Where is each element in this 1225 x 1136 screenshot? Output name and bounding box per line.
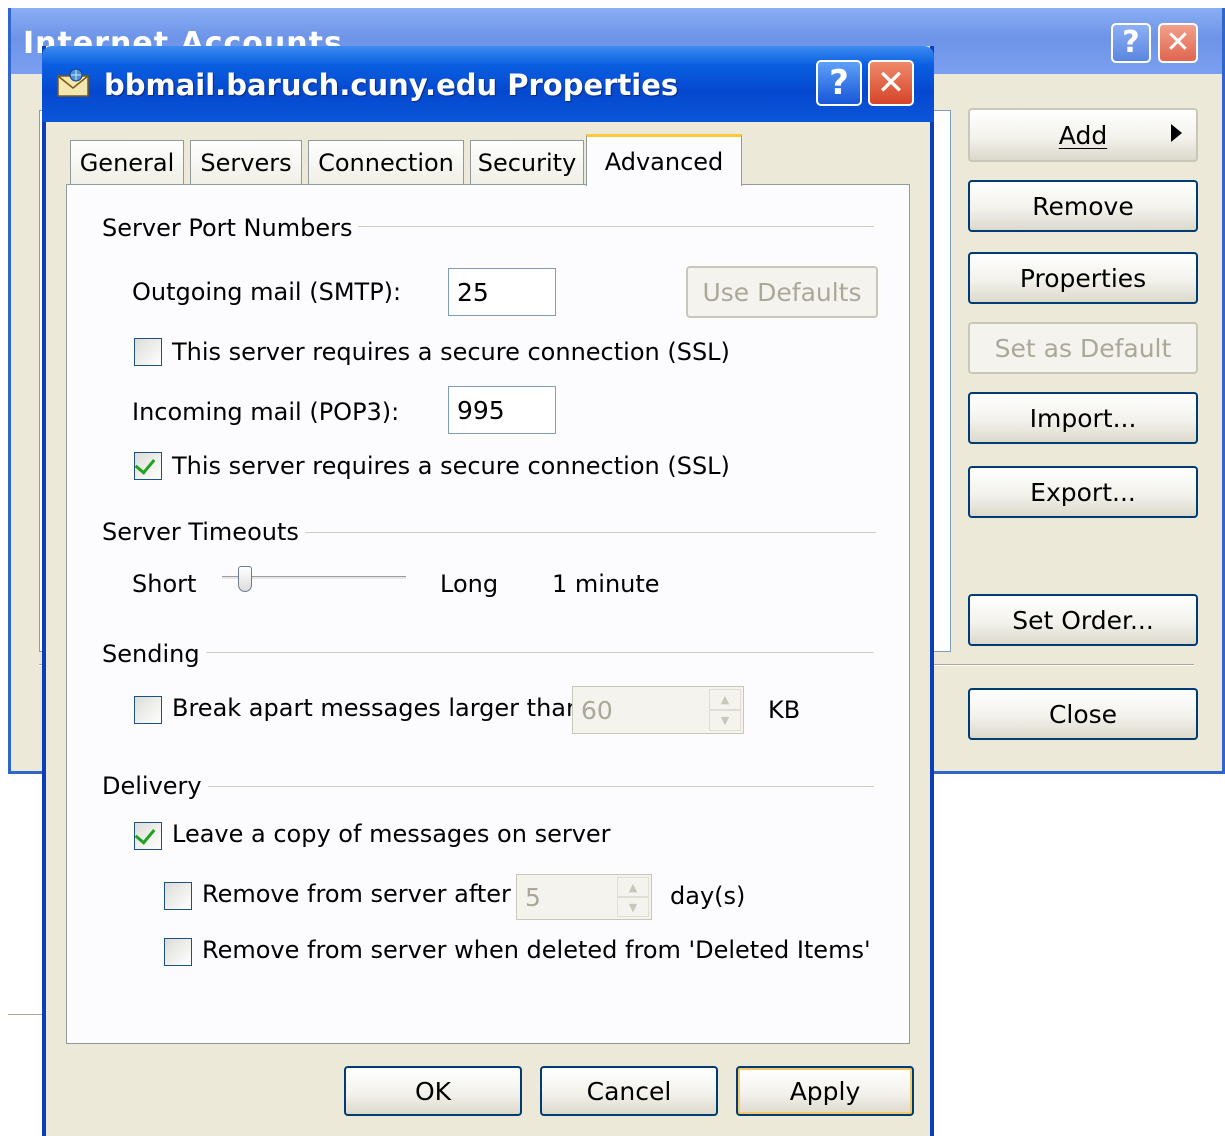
pop3-port-value: 995: [457, 395, 505, 425]
properties-button-label: Properties: [1019, 263, 1147, 293]
spinner-down-icon[interactable]: ▼: [617, 897, 649, 917]
spinner-down-icon[interactable]: ▼: [709, 710, 741, 731]
incoming-mail-label: Incoming mail (POP3):: [132, 398, 400, 426]
remove-button[interactable]: Remove: [968, 180, 1198, 232]
add-button-label: Add: [1058, 120, 1108, 150]
tab-general[interactable]: General: [70, 140, 184, 184]
group-divider: [102, 786, 874, 787]
remove-after-unit: day(s): [670, 882, 746, 910]
sending-heading: Sending: [102, 640, 206, 668]
import-button-label: Import...: [1029, 403, 1137, 433]
timeout-slider-thumb[interactable]: [238, 566, 252, 592]
group-divider: [102, 652, 874, 653]
delivery-heading: Delivery: [102, 772, 208, 800]
add-button[interactable]: Add: [968, 108, 1198, 162]
remove-after-days-value: 5: [525, 882, 541, 912]
apply-button-label: Apply: [789, 1076, 861, 1106]
set-order-button[interactable]: Set Order...: [968, 594, 1198, 646]
remove-deleted-checkbox[interactable]: [164, 938, 192, 966]
set-as-default-button[interactable]: Set as Default: [968, 322, 1198, 374]
cancel-button[interactable]: Cancel: [540, 1066, 718, 1116]
tab-connection[interactable]: Connection: [308, 140, 464, 184]
ok-button-label: OK: [414, 1076, 452, 1106]
bg-close-action-label: Close: [1048, 699, 1118, 729]
outgoing-mail-label: Outgoing mail (SMTP):: [132, 278, 402, 306]
smtp-port-value: 25: [457, 277, 489, 307]
tab-servers-label: Servers: [200, 148, 292, 177]
tab-security-label: Security: [477, 148, 577, 177]
break-apart-checkbox[interactable]: [134, 696, 162, 724]
apply-button[interactable]: Apply: [736, 1066, 914, 1116]
dialog-close-button[interactable]: ✕: [868, 60, 914, 106]
remove-after-checkbox[interactable]: [164, 882, 192, 910]
pop3-ssl-checkbox[interactable]: [134, 452, 162, 480]
server-timeouts-heading: Server Timeouts: [102, 518, 305, 546]
pop3-ssl-label: This server requires a secure connection…: [172, 452, 730, 480]
smtp-ssl-checkbox[interactable]: [134, 338, 162, 366]
bg-help-button[interactable]: ?: [1111, 23, 1151, 63]
check-mark-icon: [134, 823, 156, 845]
set-as-default-button-label: Set as Default: [994, 333, 1172, 363]
spinner-buttons: ▲ ▼: [617, 877, 649, 917]
timeout-value-label: 1 minute: [552, 570, 660, 598]
spinner-buttons: ▲ ▼: [709, 689, 741, 731]
break-apart-size-spinner[interactable]: 60 ▲ ▼: [572, 686, 744, 734]
ok-button[interactable]: OK: [344, 1066, 522, 1116]
dialog-help-button[interactable]: ?: [816, 60, 862, 106]
timeout-long-label: Long: [440, 570, 499, 598]
export-button-label: Export...: [1030, 477, 1136, 507]
set-order-button-label: Set Order...: [1012, 605, 1154, 635]
bg-edge-line: [8, 1014, 42, 1015]
remove-after-label: Remove from server after: [202, 880, 511, 908]
remove-deleted-label: Remove from server when deleted from 'De…: [202, 936, 871, 964]
spinner-up-icon[interactable]: ▲: [709, 689, 741, 710]
server-ports-heading: Server Port Numbers: [102, 214, 359, 242]
leave-copy-checkbox[interactable]: [134, 822, 162, 850]
timeout-short-label: Short: [132, 570, 197, 598]
mail-account-icon: [57, 68, 89, 97]
cancel-button-label: Cancel: [586, 1076, 672, 1106]
break-apart-size-value: 60: [581, 695, 613, 725]
pop3-port-input[interactable]: 995: [448, 386, 556, 434]
break-apart-label: Break apart messages larger than: [172, 694, 582, 722]
tab-advanced-label: Advanced: [604, 147, 724, 176]
properties-button[interactable]: Properties: [968, 252, 1198, 304]
tab-servers[interactable]: Servers: [190, 140, 302, 184]
remove-after-days-spinner[interactable]: 5 ▲ ▼: [516, 874, 652, 920]
dialog-title: bbmail.baruch.cuny.edu Properties: [104, 68, 679, 102]
bg-close-button[interactable]: ✕: [1158, 23, 1198, 63]
smtp-port-input[interactable]: 25: [448, 268, 556, 316]
bg-close-action-button[interactable]: Close: [968, 688, 1198, 740]
dialog-title-bar[interactable]: bbmail.baruch.cuny.edu Properties ? ✕: [42, 46, 934, 122]
tab-security[interactable]: Security: [470, 140, 584, 184]
import-button[interactable]: Import...: [968, 392, 1198, 444]
export-button[interactable]: Export...: [968, 466, 1198, 518]
check-mark-icon: [134, 453, 156, 475]
use-defaults-button[interactable]: Use Defaults: [686, 266, 878, 318]
submenu-arrow-icon: [1171, 124, 1182, 142]
spinner-up-icon[interactable]: ▲: [617, 877, 649, 897]
tab-advanced[interactable]: Advanced: [586, 134, 742, 186]
remove-button-label: Remove: [1032, 191, 1134, 221]
properties-dialog: bbmail.baruch.cuny.edu Properties ? ✕ Ge…: [42, 46, 934, 1136]
leave-copy-label: Leave a copy of messages on server: [172, 820, 611, 848]
use-defaults-label: Use Defaults: [702, 277, 862, 307]
smtp-ssl-label: This server requires a secure connection…: [172, 338, 730, 366]
tab-general-label: General: [79, 148, 175, 177]
break-apart-unit: KB: [768, 696, 801, 724]
tab-connection-label: Connection: [318, 148, 454, 177]
